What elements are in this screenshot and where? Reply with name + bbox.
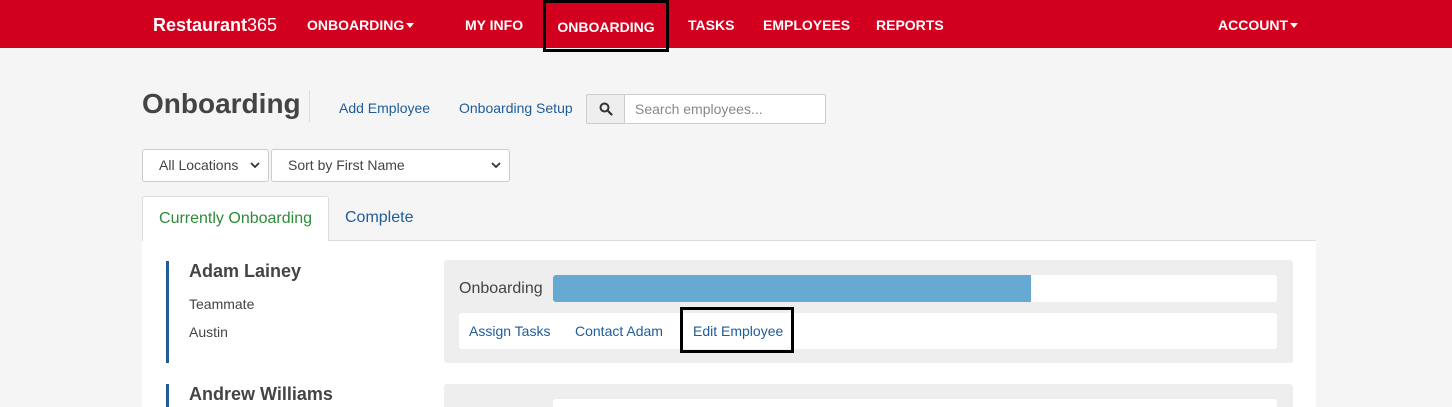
nav-employees[interactable]: EMPLOYEES <box>763 0 850 48</box>
employee-actions: Assign Tasks Contact Adam Edit Employee <box>459 307 1277 353</box>
contact-employee-link[interactable]: Contact Adam <box>575 323 663 339</box>
nav-reports[interactable]: REPORTS <box>876 0 944 48</box>
account-label: ACCOUNT <box>1218 17 1288 33</box>
progress-bar <box>553 399 1277 407</box>
search-button[interactable] <box>586 94 625 124</box>
search-input[interactable] <box>624 94 826 124</box>
progress-bar <box>553 275 1277 302</box>
onboarding-setup-link[interactable]: Onboarding Setup <box>459 100 573 116</box>
top-navbar: Restaurant365 ONBOARDING MY INFO ONBOARD… <box>0 0 1452 52</box>
sort-select[interactable]: Sort by First Name <box>271 149 510 182</box>
add-employee-link[interactable]: Add Employee <box>339 100 430 116</box>
app-menu-dropdown[interactable]: ONBOARDING <box>307 0 415 48</box>
search-icon <box>599 102 613 116</box>
employee-name[interactable]: Andrew Williams <box>189 384 333 405</box>
location-select[interactable]: All Locations <box>142 149 269 182</box>
employee-progress-panel <box>444 384 1293 407</box>
location-select-value: All Locations <box>159 157 239 173</box>
progress-bar-fill <box>553 275 1031 302</box>
sort-select-value: Sort by First Name <box>288 157 405 173</box>
tab-currently-onboarding[interactable]: Currently Onboarding <box>142 196 329 241</box>
caret-down-icon <box>1290 22 1298 28</box>
brand-number: 365 <box>247 15 278 35</box>
title-divider <box>309 90 310 122</box>
progress-label: Onboarding <box>459 280 543 297</box>
brand-logo[interactable]: Restaurant365 <box>153 0 277 48</box>
chevron-down-icon <box>250 162 260 169</box>
employee-role: Teammate <box>189 296 255 312</box>
app-menu-label: ONBOARDING <box>307 17 405 33</box>
employee-info: Adam Lainey Teammate Austin <box>166 261 301 363</box>
account-menu[interactable]: ACCOUNT <box>1218 0 1298 48</box>
nav-tasks[interactable]: TASKS <box>688 0 734 48</box>
employee-progress-panel: Onboarding Assign Tasks Contact Adam Edi… <box>444 260 1293 363</box>
nav-onboarding[interactable]: ONBOARDING <box>543 0 669 52</box>
tab-complete[interactable]: Complete <box>345 196 413 241</box>
page-title: Onboarding <box>142 88 301 119</box>
edit-employee-link[interactable]: Edit Employee <box>693 323 783 339</box>
employee-location: Austin <box>189 324 228 340</box>
employee-info: Andrew Williams <box>166 384 333 407</box>
brand-text: Restaurant <box>153 15 248 35</box>
assign-tasks-link[interactable]: Assign Tasks <box>469 323 550 339</box>
caret-down-icon <box>406 22 415 28</box>
nav-my-info[interactable]: MY INFO <box>465 0 523 48</box>
chevron-down-icon <box>491 162 501 169</box>
employee-name[interactable]: Adam Lainey <box>189 261 301 282</box>
